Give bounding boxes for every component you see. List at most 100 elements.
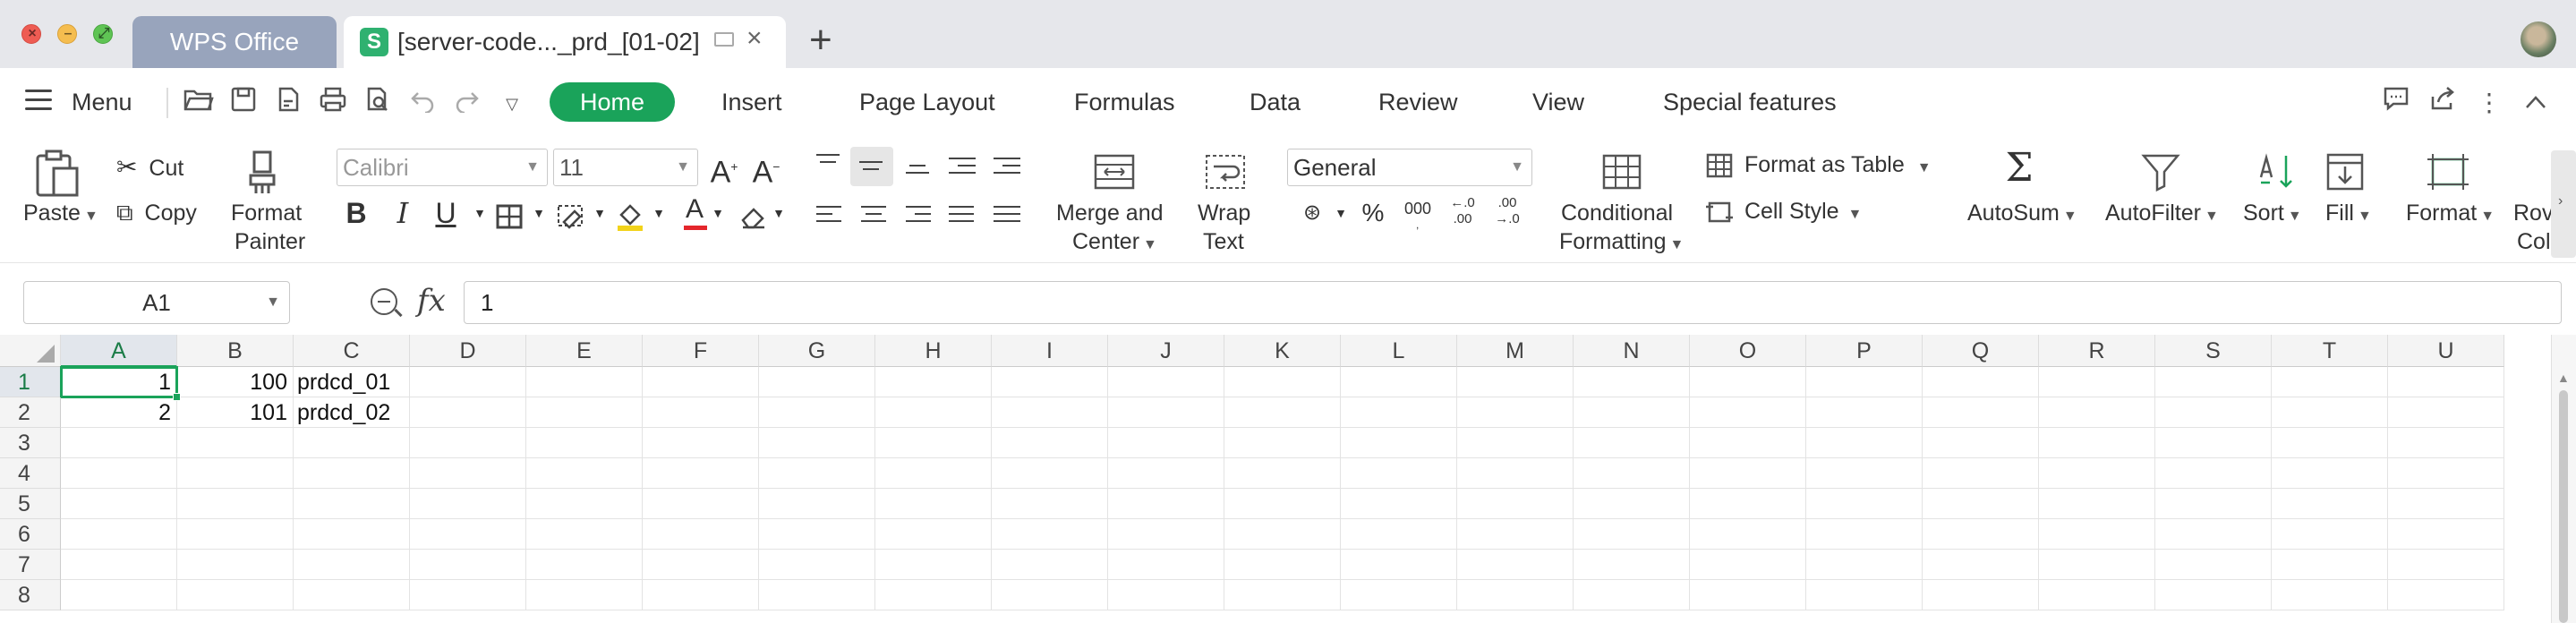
tab-page-layout[interactable]: Page Layout [859, 84, 995, 120]
number-format-select[interactable]: General ▼ [1287, 149, 1532, 186]
scroll-up-icon[interactable]: ▲ [2557, 371, 2570, 385]
cell-L6[interactable] [1341, 519, 1457, 550]
cell-B3[interactable] [177, 428, 294, 458]
cell-B7[interactable] [177, 550, 294, 580]
cell-U7[interactable] [2388, 550, 2504, 580]
cell-K1[interactable] [1224, 367, 1341, 397]
cell-K6[interactable] [1224, 519, 1341, 550]
cell-H8[interactable] [875, 580, 992, 610]
cell-G1[interactable] [759, 367, 875, 397]
cell-J7[interactable] [1108, 550, 1224, 580]
cell-B5[interactable] [177, 489, 294, 519]
cell-F1[interactable] [643, 367, 759, 397]
column-header[interactable]: M [1457, 335, 1574, 367]
cell-G6[interactable] [759, 519, 875, 550]
clear-dropdown-icon[interactable]: ▼ [761, 195, 797, 231]
cell-U5[interactable] [2388, 489, 2504, 519]
cell-D3[interactable] [410, 428, 526, 458]
cell-L2[interactable] [1341, 397, 1457, 428]
cell-D7[interactable] [410, 550, 526, 580]
cell-K7[interactable] [1224, 550, 1341, 580]
tab-review[interactable]: Review [1378, 84, 1458, 120]
percent-icon[interactable]: % [1355, 195, 1391, 231]
cell-E7[interactable] [526, 550, 643, 580]
column-header[interactable]: F [643, 335, 759, 367]
monitor-icon[interactable] [714, 32, 734, 47]
cell-K8[interactable] [1224, 580, 1341, 610]
cell-L7[interactable] [1341, 550, 1457, 580]
column-header[interactable]: E [526, 335, 643, 367]
column-header[interactable]: T [2272, 335, 2388, 367]
formula-input[interactable]: 1 [464, 281, 2562, 324]
export-pdf-icon[interactable] [270, 86, 306, 122]
align-bottom-icon[interactable] [906, 165, 933, 188]
cell-I7[interactable] [992, 550, 1108, 580]
row-header[interactable]: 2 [0, 397, 61, 428]
cell-N2[interactable] [1574, 397, 1690, 428]
cell-C3[interactable] [294, 428, 410, 458]
cell-F3[interactable] [643, 428, 759, 458]
cell-T6[interactable] [2272, 519, 2388, 550]
cell-M1[interactable] [1457, 367, 1574, 397]
cell-N1[interactable] [1574, 367, 1690, 397]
cell-M8[interactable] [1457, 580, 1574, 610]
cell-N3[interactable] [1574, 428, 1690, 458]
cell-A4[interactable] [61, 458, 177, 489]
cell-R5[interactable] [2039, 489, 2155, 519]
column-header[interactable]: U [2388, 335, 2504, 367]
cell-P3[interactable] [1806, 428, 1923, 458]
cell-R1[interactable] [2039, 367, 2155, 397]
cell-D6[interactable] [410, 519, 526, 550]
cell-S1[interactable] [2155, 367, 2272, 397]
cell-T2[interactable] [2272, 397, 2388, 428]
vertical-scrollbar[interactable]: ▲ [2551, 335, 2576, 623]
row-header[interactable]: 7 [0, 550, 61, 580]
close-window-button[interactable]: × [21, 24, 41, 44]
cell-H6[interactable] [875, 519, 992, 550]
cut-button[interactable]: ✂ Cut [116, 152, 183, 182]
underline-icon[interactable]: U [428, 195, 464, 231]
cell-H5[interactable] [875, 489, 992, 519]
column-header[interactable]: O [1690, 335, 1806, 367]
tab-document[interactable]: S [server-code..._prd_[01-02] × [344, 16, 786, 68]
cell-T3[interactable] [2272, 428, 2388, 458]
cell-D1[interactable] [410, 367, 526, 397]
cell-R4[interactable] [2039, 458, 2155, 489]
cell-K5[interactable] [1224, 489, 1341, 519]
cell-P2[interactable] [1806, 397, 1923, 428]
column-header[interactable]: K [1224, 335, 1341, 367]
avatar[interactable] [2521, 21, 2556, 57]
cell-C6[interactable] [294, 519, 410, 550]
column-header[interactable]: P [1806, 335, 1923, 367]
row-header[interactable]: 8 [0, 580, 61, 610]
cell-F8[interactable] [643, 580, 759, 610]
cell-U1[interactable] [2388, 367, 2504, 397]
cell-T4[interactable] [2272, 458, 2388, 489]
rows-cols-label-1[interactable]: Rov [2513, 201, 2553, 226]
cell-S5[interactable] [2155, 489, 2272, 519]
fx-icon[interactable]: fx [417, 283, 446, 319]
cell-U2[interactable] [2388, 397, 2504, 428]
cell-E3[interactable] [526, 428, 643, 458]
cell-L3[interactable] [1341, 428, 1457, 458]
cell-J5[interactable] [1108, 489, 1224, 519]
column-header[interactable]: H [875, 335, 992, 367]
cell-K2[interactable] [1224, 397, 1341, 428]
cell-F4[interactable] [643, 458, 759, 489]
cell-J2[interactable] [1108, 397, 1224, 428]
cell-style-fill-dropdown-icon[interactable]: ▼ [582, 195, 618, 231]
row-header[interactable]: 3 [0, 428, 61, 458]
cell-J1[interactable] [1108, 367, 1224, 397]
cell-A3[interactable] [61, 428, 177, 458]
cell-B8[interactable] [177, 580, 294, 610]
cell-A7[interactable] [61, 550, 177, 580]
cell-G4[interactable] [759, 458, 875, 489]
scroll-thumb[interactable] [2559, 390, 2568, 623]
cell-E4[interactable] [526, 458, 643, 489]
cell-Q6[interactable] [1923, 519, 2039, 550]
cell-O7[interactable] [1690, 550, 1806, 580]
column-header[interactable]: A [61, 335, 177, 367]
tab-insert[interactable]: Insert [721, 84, 782, 120]
cell-Q2[interactable] [1923, 397, 2039, 428]
cell-F5[interactable] [643, 489, 759, 519]
